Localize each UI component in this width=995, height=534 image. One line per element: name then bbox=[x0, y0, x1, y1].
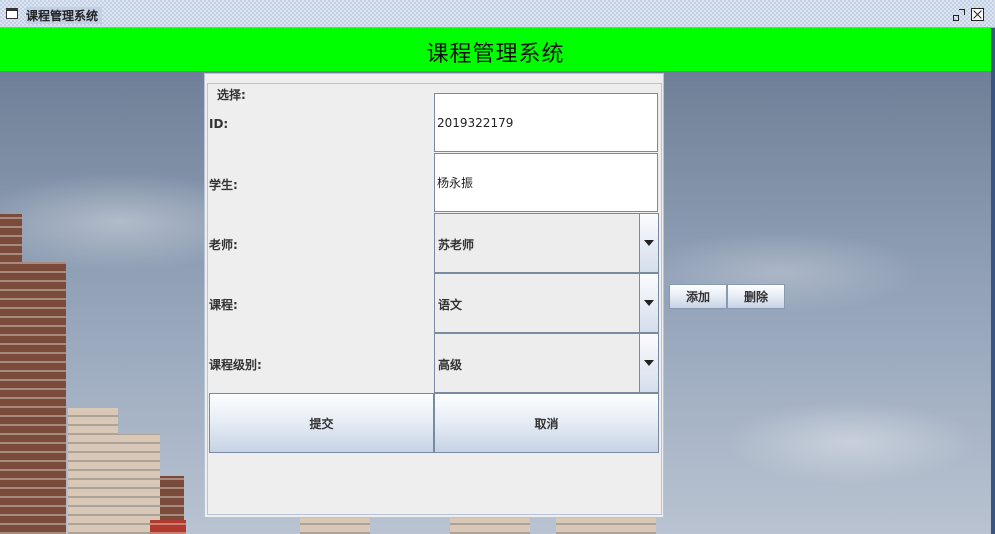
course-selected-value: 语文 bbox=[438, 298, 463, 312]
student-label: 学生: bbox=[209, 178, 238, 192]
submit-button[interactable]: 提交 bbox=[209, 393, 434, 453]
level-dropdown-button[interactable] bbox=[639, 334, 658, 392]
window-title: 课程管理系统 bbox=[26, 7, 103, 24]
window-title-bar: 课程管理系统 bbox=[0, 0, 995, 28]
window-icon bbox=[6, 8, 18, 19]
close-icon[interactable] bbox=[971, 8, 984, 21]
header-title: 课程管理系统 bbox=[426, 42, 565, 67]
restore-icon[interactable] bbox=[953, 8, 966, 21]
teacher-label: 老师: bbox=[209, 238, 238, 252]
app-header: 课程管理系统 bbox=[0, 28, 991, 72]
group-legend: 选择: bbox=[215, 86, 248, 103]
cancel-button[interactable]: 取消 bbox=[434, 393, 659, 453]
window-edge bbox=[991, 28, 995, 534]
course-select[interactable]: 语文 bbox=[434, 273, 659, 333]
level-selected-value: 高级 bbox=[438, 358, 463, 372]
add-button[interactable]: 添加 bbox=[669, 284, 727, 309]
student-field[interactable] bbox=[434, 153, 658, 212]
chevron-down-icon bbox=[644, 360, 654, 366]
delete-button[interactable]: 删除 bbox=[727, 284, 785, 309]
id-field[interactable] bbox=[434, 93, 658, 152]
teacher-dropdown-button[interactable] bbox=[639, 214, 658, 272]
chevron-down-icon bbox=[644, 300, 654, 306]
teacher-select[interactable]: 苏老师 bbox=[434, 213, 659, 273]
student-input[interactable] bbox=[437, 154, 647, 211]
level-select[interactable]: 高级 bbox=[434, 333, 659, 393]
chevron-down-icon bbox=[644, 240, 654, 246]
id-input[interactable] bbox=[437, 94, 647, 151]
level-label: 课程级别: bbox=[209, 358, 262, 372]
id-label: ID: bbox=[209, 117, 229, 131]
course-dropdown-button[interactable] bbox=[639, 274, 658, 332]
teacher-selected-value: 苏老师 bbox=[438, 238, 475, 252]
course-label: 课程: bbox=[209, 298, 238, 312]
